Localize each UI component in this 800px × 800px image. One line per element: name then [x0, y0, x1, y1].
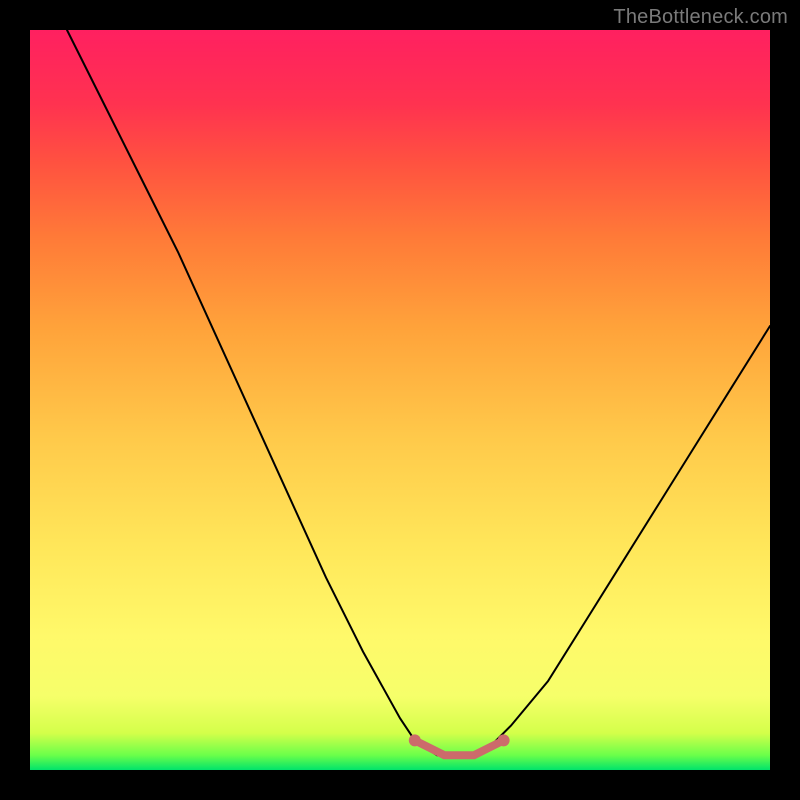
optimal-range-dot-1: [498, 734, 510, 746]
bottleneck-curve-path: [67, 30, 770, 755]
optimal-range-stroke: [415, 740, 504, 755]
gradient-plot-area: [30, 30, 770, 770]
bottleneck-curve-svg: [30, 30, 770, 770]
optimal-range-dot-0: [409, 734, 421, 746]
optimal-range-markers: [409, 734, 510, 755]
chart-frame: TheBottleneck.com: [0, 0, 800, 800]
watermark-text: TheBottleneck.com: [613, 6, 788, 29]
